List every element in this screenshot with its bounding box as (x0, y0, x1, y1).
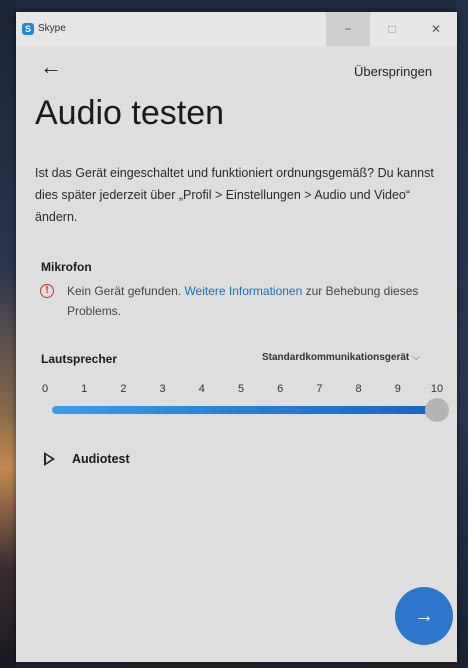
skype-window: S Skype − □ ✕ ← Überspringen Audio teste… (16, 12, 457, 662)
volume-tick-6: 6 (277, 383, 284, 395)
volume-tick-2: 2 (120, 383, 127, 395)
speaker-device-dropdown[interactable]: Standardkommunikationsgerät ⌵ (262, 352, 420, 363)
speaker-device-value: Standardkommunikationsgerät (262, 352, 410, 363)
close-button[interactable]: ✕ (414, 12, 458, 46)
volume-tick-1: 1 (81, 383, 88, 395)
microphone-label: Mikrofon (41, 260, 92, 274)
speaker-label: Lautsprecher (41, 352, 118, 366)
desktop-background-left (0, 0, 16, 668)
volume-tick-8: 8 (355, 383, 362, 395)
more-info-link[interactable]: Weitere Informationen (184, 284, 302, 298)
volume-tick-9: 9 (394, 383, 401, 395)
next-button[interactable]: → (395, 587, 453, 645)
desktop-background-right (456, 0, 468, 668)
volume-tick-3: 3 (159, 383, 166, 395)
skip-button[interactable]: Überspringen (354, 64, 432, 79)
volume-tick-7: 7 (316, 383, 323, 395)
audiotest-button[interactable]: Audiotest (72, 452, 130, 466)
volume-tick-10: 10 (430, 383, 444, 395)
volume-tick-4: 4 (198, 383, 205, 395)
volume-tick-5: 5 (237, 383, 245, 395)
maximize-button[interactable]: □ (370, 12, 414, 46)
volume-slider-fill (52, 406, 437, 414)
warning-icon: ! (40, 284, 54, 298)
volume-tick-0: 0 (41, 383, 49, 395)
page-title: Audio testen (35, 94, 225, 132)
chevron-down-icon: ⌵ (412, 352, 420, 363)
title-bar[interactable]: S Skype − □ ✕ (16, 12, 457, 46)
volume-slider-track[interactable] (52, 406, 437, 414)
app-title: Skype (38, 23, 66, 34)
minimize-button[interactable]: − (326, 12, 370, 46)
play-icon[interactable] (44, 452, 55, 466)
intro-text: Ist das Gerät eingeschaltet und funktion… (35, 166, 434, 224)
back-arrow-icon[interactable]: ← (40, 54, 62, 80)
warning-prefix: Kein Gerät gefunden. (67, 284, 182, 298)
skype-logo-icon: S (22, 23, 34, 35)
volume-slider-thumb[interactable] (425, 398, 449, 422)
microphone-warning: Kein Gerät gefunden. Weitere Information… (67, 281, 452, 321)
